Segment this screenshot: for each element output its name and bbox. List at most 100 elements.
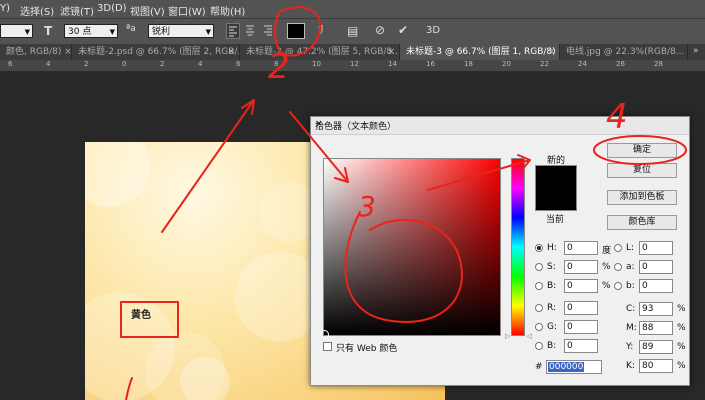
ruler-tick-label: 22 bbox=[540, 60, 549, 68]
tab-wire-jpg[interactable]: 电线.jpg @ 22.3%(RGB/8... bbox=[560, 44, 688, 60]
cancel-icon[interactable]: ⊘ bbox=[375, 23, 385, 37]
web-colors-only-checkbox[interactable] bbox=[323, 342, 332, 351]
tab-untitled-3-active[interactable]: 未标题-3 @ 66.7% (图层 1, RGB/8) * × bbox=[400, 44, 560, 60]
menu-item-filter[interactable]: 滤镜(T) bbox=[60, 3, 94, 18]
add-to-swatches-button[interactable]: 添加到色板 bbox=[607, 190, 677, 205]
ruler-tick-label: 8 bbox=[274, 60, 279, 68]
cyan-input[interactable]: 93 bbox=[639, 302, 673, 316]
color-picker-dialog: 拾色器（文本颜色） × ▷ ◁ 新的 当前 确定 复位 添加到色板 颜色库 H:… bbox=[310, 116, 690, 386]
brightness-unit: % bbox=[602, 281, 611, 291]
brightness-input[interactable]: 0 bbox=[564, 279, 598, 293]
lab-a-label: a: bbox=[626, 262, 635, 272]
menu-item-help[interactable]: 帮助(H) bbox=[210, 3, 245, 18]
hue-radio[interactable] bbox=[535, 244, 543, 252]
tab-untitled-2[interactable]: 未标题-2 @ 47.2% (图层 5, RGB/8... × bbox=[240, 44, 400, 60]
menu-bar: Y) 选择(S) 滤镜(T) 3D(D) 视图(V) 窗口(W) 帮助(H) bbox=[0, 0, 705, 19]
black-unit: % bbox=[677, 361, 686, 371]
ruler-tick-label: 2 bbox=[160, 60, 165, 68]
annotation-arrowhead-up bbox=[241, 99, 255, 115]
red-input[interactable]: 0 bbox=[564, 301, 598, 315]
lab-b-label: b: bbox=[626, 281, 635, 291]
tab-close-icon[interactable]: × bbox=[387, 44, 395, 60]
ruler-tick-label: 6 bbox=[236, 60, 241, 68]
tab-untitled-2-psd[interactable]: 未标题-2.psd @ 66.7% (图层 2, RGB/... × bbox=[72, 44, 240, 60]
black-input[interactable]: 80 bbox=[639, 359, 673, 373]
tab-close-icon[interactable]: × bbox=[547, 44, 555, 60]
horizontal-ruler: 6 4 2 0 2 4 6 8 10 12 14 16 18 20 22 24 26 28 bbox=[0, 60, 705, 72]
font-size-icon: T bbox=[44, 24, 53, 38]
hue-label: H: bbox=[547, 243, 557, 253]
saturation-label: S: bbox=[547, 262, 556, 272]
brightness-radio[interactable] bbox=[535, 282, 543, 290]
menu-item-view[interactable]: 视图(V) bbox=[130, 3, 165, 18]
color-libraries-button[interactable]: 颜色库 bbox=[607, 215, 677, 230]
menu-item-3d[interactable]: 3D(D) bbox=[97, 3, 127, 14]
lab-a-radio[interactable] bbox=[614, 263, 622, 271]
magenta-input[interactable]: 88 bbox=[639, 321, 673, 335]
ok-button[interactable]: 确定 bbox=[607, 143, 677, 158]
red-radio[interactable] bbox=[535, 304, 543, 312]
hue-slider[interactable]: ▷ ◁ bbox=[505, 158, 532, 340]
close-icon[interactable]: × bbox=[315, 119, 683, 129]
canvas-text-layer[interactable]: 黄色 bbox=[131, 306, 151, 321]
saturation-unit: % bbox=[602, 262, 611, 272]
ruler-tick-label: 2 bbox=[84, 60, 89, 68]
saturation-input[interactable]: 0 bbox=[564, 260, 598, 274]
font-size-value: 30 点 bbox=[68, 27, 92, 37]
align-center-button[interactable] bbox=[244, 23, 258, 39]
3d-button[interactable]: 3D bbox=[426, 24, 440, 38]
ruler-tick-label: 18 bbox=[464, 60, 473, 68]
lab-l-radio[interactable] bbox=[614, 244, 622, 252]
new-color-swatch bbox=[535, 165, 577, 211]
anti-alias-dropdown[interactable]: 锐利 ▼ bbox=[148, 24, 214, 38]
menu-item-window[interactable]: 窗口(W) bbox=[168, 3, 206, 18]
magenta-label: M: bbox=[626, 323, 637, 333]
tab-close-icon[interactable]: × bbox=[227, 44, 235, 60]
lab-b-input[interactable]: 0 bbox=[639, 279, 673, 293]
lab-b-radio[interactable] bbox=[614, 282, 622, 290]
hue-slider-right-handle[interactable]: ◁ bbox=[527, 332, 532, 340]
saturation-brightness-field[interactable] bbox=[320, 158, 501, 339]
hue-input[interactable]: 0 bbox=[564, 241, 598, 255]
align-left-button[interactable] bbox=[226, 23, 240, 39]
ruler-tick-label: 4 bbox=[198, 60, 203, 68]
align-right-button[interactable] bbox=[262, 23, 276, 39]
magenta-unit: % bbox=[677, 323, 686, 333]
cyan-label: C: bbox=[626, 304, 636, 314]
blue-input[interactable]: 0 bbox=[564, 339, 598, 353]
hex-input[interactable]: 000000 bbox=[546, 360, 602, 374]
yellow-label: Y: bbox=[626, 342, 634, 352]
lab-a-input[interactable]: 0 bbox=[639, 260, 673, 274]
blue-radio[interactable] bbox=[535, 342, 543, 350]
menu-item-select[interactable]: 选择(S) bbox=[20, 3, 54, 18]
dialog-titlebar[interactable]: 拾色器（文本颜色） × bbox=[311, 117, 689, 135]
brightness-label: B: bbox=[547, 281, 557, 291]
anti-alias-value: 锐利 bbox=[152, 27, 171, 37]
font-size-dropdown[interactable]: 30 点 ▼ bbox=[64, 24, 118, 38]
character-panel-icon[interactable]: ▤ bbox=[347, 24, 358, 38]
commit-check-icon[interactable]: ✔ bbox=[398, 23, 408, 37]
red-label: R: bbox=[547, 303, 557, 313]
green-radio[interactable] bbox=[535, 323, 543, 331]
ruler-tick-label: 4 bbox=[46, 60, 51, 68]
green-input[interactable]: 0 bbox=[564, 320, 598, 334]
web-colors-only-label: 只有 Web 颜色 bbox=[336, 344, 398, 354]
hue-unit: 度 bbox=[602, 246, 612, 256]
reset-button[interactable]: 复位 bbox=[607, 163, 677, 178]
tab-doc-color[interactable]: 颜色, RGB/8) × bbox=[0, 44, 72, 60]
hue-slider-left-handle[interactable]: ▷ bbox=[505, 332, 510, 340]
green-label: G: bbox=[547, 322, 558, 332]
ruler-tick-label: 6 bbox=[8, 60, 13, 68]
tab-overflow-icon[interactable]: » bbox=[693, 46, 699, 56]
warp-text-icon[interactable]: ℐ bbox=[318, 23, 324, 37]
font-style-dropdown[interactable]: ▼ bbox=[0, 24, 33, 38]
lab-l-input[interactable]: 0 bbox=[639, 241, 673, 255]
align-left-icon bbox=[229, 26, 237, 37]
yellow-input[interactable]: 89 bbox=[639, 340, 673, 354]
text-color-swatch[interactable] bbox=[287, 23, 305, 39]
cyan-unit: % bbox=[677, 304, 686, 314]
color-field-marker[interactable] bbox=[320, 330, 329, 339]
saturation-radio[interactable] bbox=[535, 263, 543, 271]
ruler-tick-label: 12 bbox=[350, 60, 359, 68]
menu-item-type[interactable]: Y) bbox=[0, 3, 10, 14]
